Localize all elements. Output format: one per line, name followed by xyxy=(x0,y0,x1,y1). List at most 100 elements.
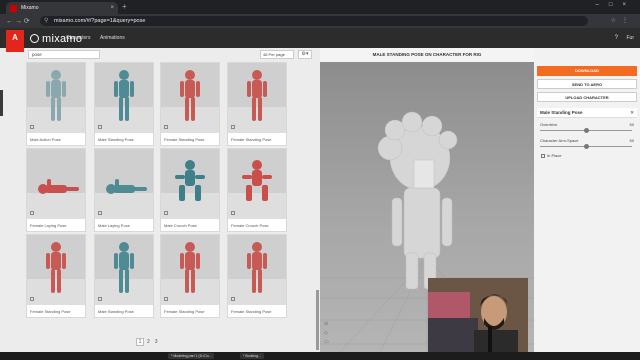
slider-knob[interactable] xyxy=(583,144,589,149)
animation-card[interactable]: Male Standing Pose xyxy=(94,234,154,318)
character-figure xyxy=(242,160,272,201)
pin-icon[interactable] xyxy=(231,297,235,301)
webcam-overlay xyxy=(428,278,528,352)
pin-icon[interactable] xyxy=(30,211,34,215)
browser-tab[interactable]: Mixamo × xyxy=(6,2,118,14)
help-icon[interactable]: ? xyxy=(615,35,618,41)
character-figure xyxy=(180,70,200,121)
viewer-tools[interactable]: ⊙ ◇ ▭ xyxy=(324,320,329,347)
param-label: Character Arm-Space xyxy=(540,138,579,143)
browser-tabbar: Mixamo × + –□× xyxy=(0,0,640,14)
animation-card-label: Female Standing Pose xyxy=(164,309,205,314)
os-taskbar: * Modeling part 1 (D:/Co... * Booking... xyxy=(0,352,640,360)
back-forward-reload-icon[interactable]: ← → ⟳ xyxy=(6,17,30,25)
param-value: 50 xyxy=(629,138,634,143)
download-button[interactable]: DOWNLOAD xyxy=(537,66,637,76)
page-2[interactable]: 2 xyxy=(147,339,150,345)
user-menu[interactable]: Fur xyxy=(627,35,635,41)
pagination: 123 xyxy=(136,338,163,346)
character-figure xyxy=(114,70,134,121)
character-figure xyxy=(106,179,147,194)
animation-card-label: Male Standing Pose xyxy=(98,309,134,314)
character-figure xyxy=(175,160,205,201)
left-edge-tab[interactable] xyxy=(0,90,3,116)
mixamo-logo-icon xyxy=(30,34,39,43)
pin-icon[interactable] xyxy=(231,211,235,215)
animation-section-header: Male Standing Pose ✕ xyxy=(537,108,637,118)
animation-card[interactable]: Male Standing Pose xyxy=(94,62,154,146)
animation-card-label: Male Crouch Pose xyxy=(164,223,197,228)
arm-space-slider[interactable] xyxy=(540,144,632,149)
pin-icon[interactable] xyxy=(30,297,34,301)
animation-card-label: Male Action Pose xyxy=(30,137,61,142)
page-3[interactable]: 3 xyxy=(155,339,158,345)
pin-icon[interactable] xyxy=(164,211,168,215)
animation-card-label: Female Laying Pose xyxy=(30,223,67,228)
pin-icon[interactable] xyxy=(30,125,34,129)
param-label: Overdrive xyxy=(540,122,558,127)
character-figure xyxy=(38,179,79,194)
param-value: 50 xyxy=(629,122,634,127)
character-figure xyxy=(46,242,66,293)
character-model xyxy=(377,111,458,290)
character-figure xyxy=(247,242,267,293)
animation-card-label: Male Standing Pose xyxy=(98,137,134,142)
animation-card[interactable]: Male Crouch Pose xyxy=(160,148,220,232)
animation-card[interactable]: Female Standing Pose xyxy=(227,62,287,146)
new-tab-icon[interactable]: + xyxy=(122,2,127,11)
slider-knob[interactable] xyxy=(583,128,589,133)
tab-title: Mixamo xyxy=(21,5,39,11)
character-figure xyxy=(247,70,267,121)
animation-card-label: Female Standing Pose xyxy=(231,309,272,314)
nav-characters[interactable]: Characters xyxy=(66,35,90,41)
param-arm-space: Character Arm-Space 50 xyxy=(540,138,634,143)
animation-card[interactable]: Male Laying Pose xyxy=(94,148,154,232)
search-input[interactable]: pose xyxy=(28,50,100,59)
url-text: mixamo.com/#/?page=1&query=pose xyxy=(54,18,146,24)
in-place-checkbox[interactable]: In Place xyxy=(541,153,561,158)
taskbar-item-modeling[interactable]: * Modeling part 1 (D:/Co... xyxy=(168,353,215,359)
list-scrollbar[interactable] xyxy=(316,290,319,350)
character-figure xyxy=(114,242,134,293)
animation-card[interactable]: Female Crouch Pose xyxy=(227,148,287,232)
pin-icon[interactable] xyxy=(231,125,235,129)
browser-extension-icons[interactable]: ☆⋮ xyxy=(611,17,634,24)
per-page-select[interactable]: 48 Per page xyxy=(260,50,294,59)
window-controls-icon[interactable]: –□× xyxy=(596,2,636,8)
webcam-scene xyxy=(428,278,528,352)
send-to-aero-button[interactable]: SEND TO AERO xyxy=(537,79,637,89)
animation-card[interactable]: Female Standing Pose xyxy=(160,234,220,318)
taskbar-item-booking[interactable]: * Booking... xyxy=(240,353,264,359)
pin-icon[interactable] xyxy=(98,211,102,215)
pin-icon[interactable] xyxy=(98,297,102,301)
close-tab-icon[interactable]: × xyxy=(110,5,114,11)
url-field[interactable]: ⚲ mixamo.com/#/?page=1&query=pose xyxy=(40,16,588,26)
animation-card-label: Female Crouch Pose xyxy=(231,223,269,228)
animation-card-label: Female Standing Pose xyxy=(231,137,272,142)
overdrive-slider[interactable] xyxy=(540,128,632,133)
page-current[interactable]: 1 xyxy=(136,338,144,346)
upload-character-button[interactable]: UPLOAD CHARACTER xyxy=(537,92,637,102)
adobe-favicon-icon xyxy=(10,4,17,12)
address-bar-row: ← → ⟳ ⚲ mixamo.com/#/?page=1&query=pose … xyxy=(0,14,640,28)
animation-card[interactable]: Male Action Pose xyxy=(26,62,86,146)
adobe-logo[interactable]: A xyxy=(6,30,24,52)
animation-card[interactable]: Female Standing Pose xyxy=(160,62,220,146)
nav-animations[interactable]: Animations xyxy=(100,35,125,41)
pin-icon[interactable] xyxy=(164,125,168,129)
param-overdrive: Overdrive 50 xyxy=(540,122,634,127)
close-section-icon[interactable]: ✕ xyxy=(630,108,634,118)
pin-icon[interactable] xyxy=(98,125,102,129)
site-info-icon[interactable]: ⚲ xyxy=(44,16,48,26)
viewer-title: MALE STANDING POSE ON CHARACTER FOR RIG xyxy=(320,48,534,62)
animation-card-label: Male Laying Pose xyxy=(98,223,130,228)
checkbox-icon[interactable] xyxy=(541,154,545,158)
character-figure xyxy=(46,70,66,121)
animation-card[interactable]: Female Laying Pose xyxy=(26,148,86,232)
pin-icon[interactable] xyxy=(164,297,168,301)
in-place-label: In Place xyxy=(547,153,562,158)
animation-card[interactable]: Female Standing Pose xyxy=(26,234,86,318)
character-figure xyxy=(180,242,200,293)
settings-gear-icon[interactable]: ⚙▾ xyxy=(298,50,312,59)
animation-card[interactable]: Female Standing Pose xyxy=(227,234,287,318)
